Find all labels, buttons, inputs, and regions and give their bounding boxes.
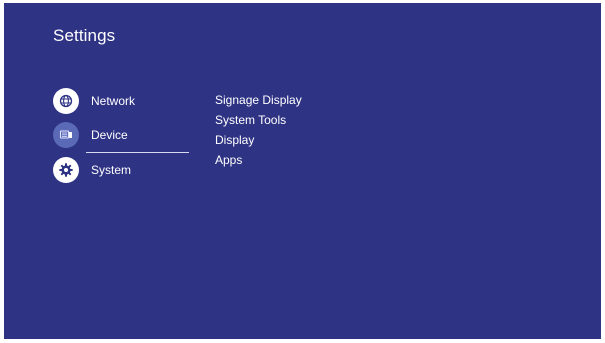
sidebar-item-label: System [91, 163, 132, 177]
submenu-item-display[interactable]: Display [215, 130, 302, 150]
gear-icon [53, 157, 79, 183]
submenu-item-signage-display[interactable]: Signage Display [215, 90, 302, 110]
sidebar-item-label: Device [91, 128, 128, 142]
device-icon [53, 122, 79, 148]
sidebar-item-system[interactable]: System [53, 157, 193, 185]
sidebar-item-network[interactable]: Network [53, 88, 193, 116]
submenu-item-system-tools[interactable]: System Tools [215, 110, 302, 130]
selection-underline [86, 152, 189, 153]
submenu-item-apps[interactable]: Apps [215, 150, 302, 170]
sidebar-item-label: Network [91, 94, 136, 108]
settings-screen: Settings Network Device System Signage D… [4, 3, 601, 339]
sidebar-item-device[interactable]: Device [53, 122, 193, 153]
globe-icon [53, 88, 79, 114]
device-submenu: Signage Display System Tools Display App… [215, 90, 302, 170]
page-title: Settings [53, 26, 116, 45]
